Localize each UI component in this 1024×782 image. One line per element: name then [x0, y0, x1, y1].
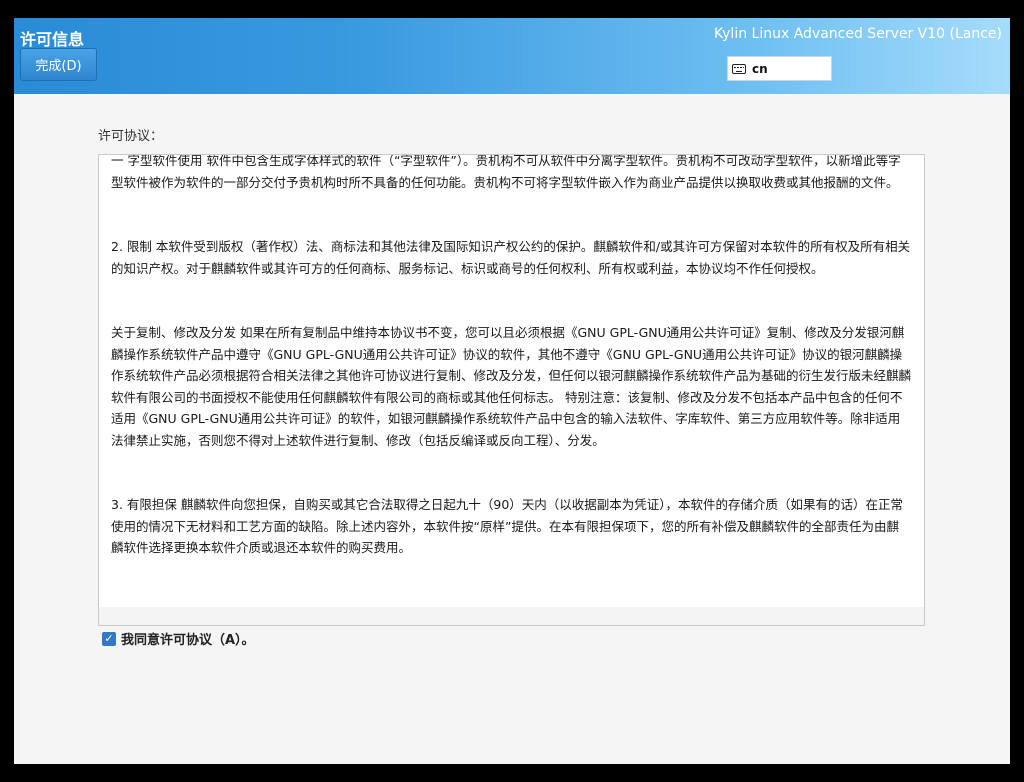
keyboard-icon	[732, 63, 746, 74]
license-paragraph-limited-warranty: 3. 有限担保 麒麟软件向您担保，自购买或其它合法取得之日起九十（90）天内（以…	[111, 497, 904, 555]
page-title: 许可信息	[20, 30, 85, 49]
license-text: 一 字型软件使用 软件中包含生成字体样式的软件（“字型软件”）。贵机构不可从软件…	[111, 154, 912, 559]
agree-label: 我同意许可协议（A）。	[121, 633, 255, 648]
license-window: 许可信息 完成(D) Kylin Linux Advanced Server V…	[14, 18, 1010, 764]
agree-checkbox-row[interactable]: ✓ 我同意许可协议（A）。	[102, 629, 255, 648]
license-paragraph-restrictions: 2. 限制 本软件受到版权（著作权）法、商标法和其他法律及国际知识产权公约的保护…	[111, 239, 911, 276]
license-paragraph-copy-modify-distribute: 关于复制、修改及分发 如果在所有复制品中维持本协议书不变，您可以且必须根据《GN…	[111, 325, 912, 448]
keyboard-layout-label: cn	[752, 61, 768, 76]
license-text-view[interactable]: 一 字型软件使用 软件中包含生成字体样式的软件（“字型软件”）。贵机构不可从软件…	[98, 154, 925, 626]
product-name: Kylin Linux Advanced Server V10 (Lance)	[713, 26, 1002, 42]
license-label: 许可协议：	[98, 129, 164, 144]
done-button[interactable]: 完成(D)	[20, 48, 97, 81]
license-paragraph-font-software: 一 字型软件使用 软件中包含生成字体样式的软件（“字型软件”）。贵机构不可从软件…	[111, 154, 901, 190]
keyboard-layout-indicator[interactable]: cn	[727, 56, 832, 81]
header-bar: 许可信息 完成(D) Kylin Linux Advanced Server V…	[14, 18, 1010, 94]
text-view-bottom-bar	[99, 607, 924, 625]
agree-checkbox[interactable]: ✓	[102, 631, 116, 646]
